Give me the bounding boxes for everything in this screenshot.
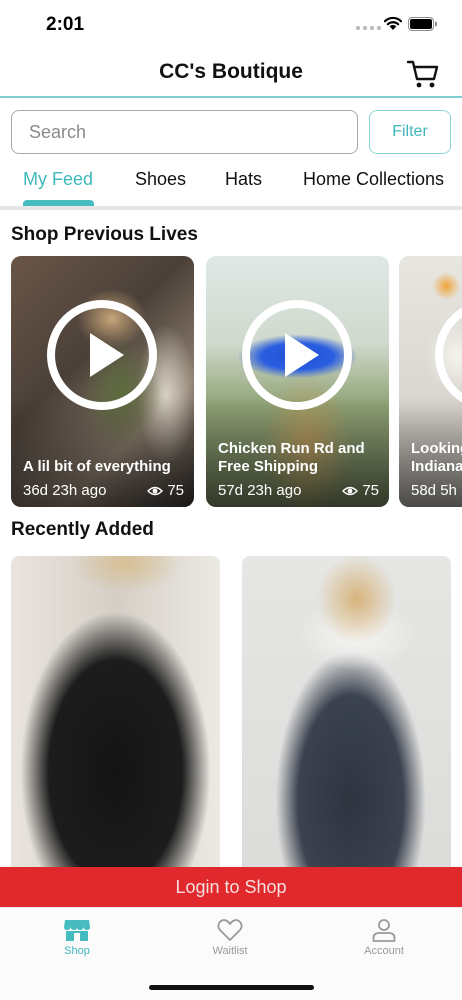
product-card[interactable]	[11, 556, 220, 916]
category-tabs: My Feed Shoes Hats Home Collections	[0, 164, 462, 208]
user-icon	[372, 919, 396, 942]
eye-icon	[147, 486, 164, 495]
cart-icon[interactable]	[406, 58, 440, 90]
heart-icon	[217, 919, 243, 941]
play-icon	[47, 300, 157, 410]
play-icon	[435, 307, 462, 403]
live-title: Looking Indiana	[411, 440, 462, 475]
nav-label: Waitlist	[212, 945, 248, 957]
section-title-recently-added: Recently Added	[11, 519, 154, 540]
home-indicator	[149, 985, 314, 990]
search-input[interactable]	[11, 110, 358, 154]
tab-my-feed[interactable]: My Feed	[23, 169, 93, 190]
nav-item-shop[interactable]: Shop	[27, 918, 127, 957]
cellular-signal-icon	[356, 26, 381, 30]
live-views: 75	[342, 482, 379, 499]
product-card[interactable]	[242, 556, 451, 916]
tab-shoes[interactable]: Shoes	[135, 169, 186, 190]
product-image	[11, 556, 220, 916]
tab-hats[interactable]: Hats	[225, 169, 262, 190]
nav-item-account[interactable]: Account	[334, 918, 434, 957]
filter-button[interactable]: Filter	[369, 110, 451, 154]
live-age: 36d 23h ago	[23, 482, 107, 499]
live-views-count: 75	[362, 482, 379, 499]
play-icon	[242, 300, 352, 410]
eye-icon	[342, 486, 359, 495]
tab-home-collections[interactable]: Home Collections	[303, 169, 444, 190]
live-card[interactable]: A lil bit of everything 36d 23h ago 75	[11, 256, 194, 507]
nav-item-waitlist[interactable]: Waitlist	[180, 918, 280, 957]
live-card[interactable]: Chicken Run Rd and Free Shipping 57d 23h…	[206, 256, 389, 507]
live-views-count: 75	[167, 482, 184, 499]
login-to-shop-button[interactable]: Login to Shop	[0, 867, 462, 907]
page-title: CC's Boutique	[159, 60, 303, 83]
tabs-divider	[0, 206, 462, 210]
live-title: Chicken Run Rd and Free Shipping	[218, 440, 365, 475]
nav-label: Shop	[64, 945, 90, 957]
live-age: 58d 5h	[411, 482, 457, 499]
live-card[interactable]: Looking Indiana 58d 5h	[399, 256, 462, 507]
app-header: CC's Boutique	[0, 48, 462, 98]
store-icon	[64, 920, 90, 941]
nav-label: Account	[364, 945, 404, 957]
live-title: A lil bit of everything	[23, 458, 171, 475]
live-views: 75	[147, 482, 184, 499]
status-bar: 2:01	[0, 0, 462, 48]
product-image	[242, 556, 451, 916]
wifi-icon	[383, 16, 403, 30]
section-title-previous-lives: Shop Previous Lives	[11, 224, 198, 245]
battery-icon	[408, 17, 437, 31]
status-time: 2:01	[46, 14, 85, 35]
live-age: 57d 23h ago	[218, 482, 302, 499]
